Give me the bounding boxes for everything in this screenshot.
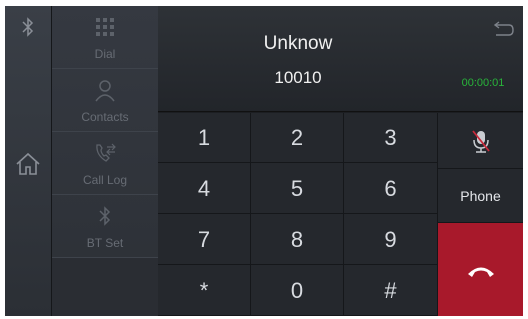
- mute-button[interactable]: [438, 113, 523, 169]
- back-icon[interactable]: [491, 20, 515, 38]
- person-icon: [95, 80, 115, 102]
- sidebar-nav: Dial Contacts Call Log BT Set: [52, 6, 158, 316]
- key-7[interactable]: 7: [158, 214, 251, 265]
- dial-keypad: 1 2 3 4 5 6 7 8 9 * 0 #: [158, 113, 438, 316]
- sidebar-empty-slot: [52, 258, 158, 316]
- caller-number: 10010: [274, 68, 322, 87]
- sidebar-item-dial[interactable]: Dial: [52, 6, 158, 69]
- key-0[interactable]: 0: [251, 265, 344, 316]
- home-icon[interactable]: [15, 152, 41, 176]
- call-timer: 00:00:01: [461, 77, 505, 89]
- sidebar-item-label: BT Set: [86, 236, 124, 250]
- key-5[interactable]: 5: [251, 163, 344, 214]
- bluetooth-icon: [99, 206, 111, 226]
- key-2[interactable]: 2: [251, 113, 344, 163]
- mic-muted-icon: [472, 130, 490, 153]
- bluetooth-icon[interactable]: [19, 16, 37, 38]
- dialpad-icon: [96, 18, 114, 36]
- key-9[interactable]: 9: [344, 214, 438, 265]
- audio-source-phone-button[interactable]: Phone: [438, 169, 523, 223]
- key-1[interactable]: 1: [158, 113, 251, 163]
- caller-name: Unknow: [263, 33, 333, 54]
- hang-up-icon: [468, 267, 494, 277]
- key-star[interactable]: *: [158, 265, 251, 316]
- call-panel: Unknow 10010 00:00:01 1 2 3 4 5 6 7 8 9 …: [158, 6, 523, 316]
- sidebar-item-label: Contacts: [81, 110, 129, 124]
- left-rail: [5, 6, 52, 316]
- phone-screen: Dial Contacts Call Log BT Set Unknow 100…: [5, 6, 523, 316]
- key-3[interactable]: 3: [344, 113, 438, 163]
- call-header: Unknow 10010 00:00:01: [158, 6, 523, 112]
- hang-up-button[interactable]: [438, 223, 523, 316]
- sidebar-item-label: Call Log: [82, 173, 128, 187]
- sidebar-item-bt-set[interactable]: BT Set: [52, 195, 158, 258]
- key-4[interactable]: 4: [158, 163, 251, 214]
- sidebar-item-contacts[interactable]: Contacts: [52, 69, 158, 132]
- key-6[interactable]: 6: [344, 163, 438, 214]
- call-actions: Phone: [438, 113, 523, 316]
- key-8[interactable]: 8: [251, 214, 344, 265]
- sidebar-item-label: Dial: [94, 47, 116, 61]
- sidebar-item-call-log[interactable]: Call Log: [52, 132, 158, 195]
- key-hash[interactable]: #: [344, 265, 438, 316]
- call-log-icon: [96, 143, 116, 162]
